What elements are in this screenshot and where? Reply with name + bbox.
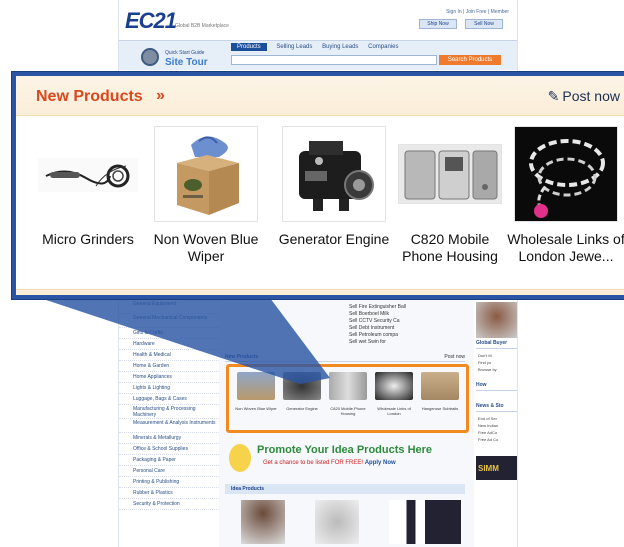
- site-logo[interactable]: EC21: [125, 8, 177, 34]
- right-text[interactable]: Browse by: [478, 367, 517, 372]
- tab-products[interactable]: Products: [231, 43, 267, 51]
- panel-footer: [16, 289, 624, 295]
- product-card-micro-grinders[interactable]: Micro Grinders: [28, 126, 148, 248]
- category-item[interactable]: Gifts & Crafts: [119, 328, 219, 339]
- how-box[interactable]: How: [476, 382, 517, 391]
- right-sidebar: Global Buyer Don't M Find yo Browse by H…: [474, 300, 517, 547]
- category-item[interactable]: Security & Protection: [119, 499, 219, 510]
- tab-buying-leads[interactable]: Buying Leads: [322, 44, 358, 50]
- search-products-button[interactable]: Search Products: [439, 55, 501, 65]
- product-card-engine[interactable]: Generator Engine: [274, 126, 394, 248]
- global-buyer-box[interactable]: Global Buyer: [476, 340, 517, 349]
- lead-row[interactable]: Sell Petroleum compa: [229, 332, 469, 339]
- product-name[interactable]: C820 Mobile Phone Housing: [390, 231, 510, 265]
- category-item[interactable]: Luggage, Bags & Cases: [119, 394, 219, 405]
- search-tabs: Products Selling Leads Buying Leads Comp…: [231, 43, 406, 51]
- product-name[interactable]: Micro Grinders: [28, 231, 148, 248]
- new-products-title[interactable]: New Products: [36, 88, 143, 106]
- new-products-zoom-panel: New Products » ✎Post now Micro Grinders: [12, 72, 624, 299]
- product-name[interactable]: Non Woven Blue Wiper: [146, 231, 266, 265]
- right-text[interactable]: Free AdCo: [478, 430, 517, 435]
- product-card-phone-housing[interactable]: C820 Mobile Phone Housing: [390, 126, 510, 265]
- micro-grinder-image[interactable]: [36, 126, 140, 222]
- right-text[interactable]: Free Ad Co: [478, 437, 517, 442]
- top-links[interactable]: Sign In | Join Free | Member: [446, 9, 509, 15]
- lead-row[interactable]: Sell Boerboel Milk: [229, 311, 469, 318]
- search-input[interactable]: [231, 55, 437, 65]
- pencil-icon: ✎: [547, 88, 560, 104]
- more-arrow-icon[interactable]: »: [156, 87, 165, 105]
- site-tour-link[interactable]: Site Tour: [165, 57, 208, 68]
- ship-now-button[interactable]: Ship Now: [419, 19, 457, 29]
- promo-subtitle: Get a chance to be listed FOR FREE! Appl…: [263, 460, 396, 466]
- logo-subtitle: Global B2B Marketplace: [175, 23, 229, 29]
- tour-guide-label: Quick Start Guide: [165, 50, 205, 56]
- idea-product-box-image[interactable]: [425, 500, 461, 544]
- jewelry-chain-image[interactable]: [514, 126, 618, 222]
- right-text[interactable]: Find yo: [478, 360, 517, 365]
- category-item[interactable]: General Mechanical Components: [119, 314, 219, 328]
- category-item[interactable]: Personal Care: [119, 466, 219, 477]
- product-card-wiper[interactable]: Non Woven Blue Wiper: [146, 126, 266, 265]
- phone-housing-image[interactable]: [398, 144, 502, 204]
- tab-selling-leads[interactable]: Selling Leads: [276, 44, 312, 50]
- new-products-strip: New Products Post now: [225, 354, 465, 362]
- post-now-label: Post now: [562, 88, 620, 104]
- right-text[interactable]: End of Ser: [478, 416, 517, 421]
- idea-product-person-image[interactable]: [241, 500, 285, 544]
- lead-row[interactable]: Sell Debt Instrument: [229, 325, 469, 332]
- category-item[interactable]: Lights & Lighting: [119, 383, 219, 394]
- sell-now-button[interactable]: Sell Now: [465, 19, 503, 29]
- category-item[interactable]: Printing & Publishing: [119, 477, 219, 488]
- idea-products-bar[interactable]: Idea Products: [225, 484, 465, 494]
- product-name[interactable]: Generator Engine: [274, 231, 394, 248]
- category-item[interactable]: Office & School Supplies: [119, 444, 219, 455]
- new-products-small-title[interactable]: New Products: [225, 354, 258, 360]
- category-sidebar: General Equipment General Mechanical Com…: [119, 300, 219, 547]
- product-name[interactable]: Wholesale Links of London Jewe...: [506, 231, 624, 265]
- right-text[interactable]: Don't M: [478, 353, 517, 358]
- lead-row[interactable]: Sell CCTV Security Ca: [229, 318, 469, 325]
- person-photo: [476, 302, 517, 338]
- category-item[interactable]: Packaging & Paper: [119, 455, 219, 466]
- category-item[interactable]: Manufacturing & Processing Machinery: [119, 405, 219, 419]
- apply-now-link[interactable]: Apply Now: [365, 460, 396, 466]
- tab-companies[interactable]: Companies: [368, 44, 398, 50]
- post-now-small-link[interactable]: Post now: [444, 354, 465, 360]
- category-item[interactable]: Health & Medical: [119, 350, 219, 361]
- product-card-jewelry[interactable]: Wholesale Links of London Jewe...: [506, 126, 624, 265]
- site-tour-icon[interactable]: [141, 48, 159, 66]
- promo-banner[interactable]: Promote Your Idea Products Here Get a ch…: [225, 440, 465, 480]
- idea-product-device-image[interactable]: [315, 500, 359, 544]
- site-header: EC21 Global B2B Marketplace Sign In | Jo…: [119, 0, 517, 72]
- news-stories-box[interactable]: News & Sto: [476, 403, 517, 412]
- right-ad-banner[interactable]: SIMM: [476, 456, 517, 480]
- post-now-link[interactable]: ✎ Post now: [548, 88, 620, 105]
- trade-leads-list: Sell Fire Extinguisher Ball Sell Boerboe…: [229, 304, 469, 349]
- highlight-box: [226, 364, 469, 433]
- category-item[interactable]: Minerals & Metallurgy: [119, 433, 219, 444]
- category-item[interactable]: Home & Garden: [119, 361, 219, 372]
- category-item[interactable]: Rubber & Plastics: [119, 488, 219, 499]
- wiper-box-image[interactable]: [154, 126, 258, 222]
- panel-header: New Products » ✎ Post now: [16, 76, 624, 116]
- lightbulb-icon: [229, 444, 251, 472]
- engine-image[interactable]: [282, 126, 386, 222]
- category-item[interactable]: Home Appliances: [119, 372, 219, 383]
- right-text[interactable]: New Indian: [478, 423, 517, 428]
- promo-sub-text: Get a chance to be listed FOR FREE!: [263, 460, 364, 466]
- lead-row[interactable]: Sell wet Swin for: [229, 339, 469, 346]
- category-item[interactable]: Measurement & Analysis Instruments: [119, 419, 219, 433]
- category-item[interactable]: Hardware: [119, 339, 219, 350]
- promo-title: Promote Your Idea Products Here: [257, 444, 433, 456]
- lead-row[interactable]: Sell Fire Extinguisher Ball: [229, 304, 469, 311]
- category-item[interactable]: General Equipment: [119, 300, 219, 314]
